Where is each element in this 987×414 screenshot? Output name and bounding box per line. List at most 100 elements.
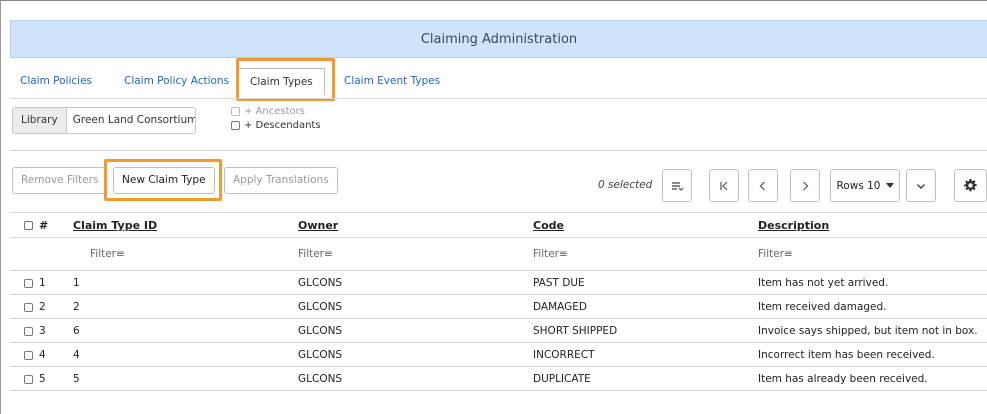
tab-claim-policies[interactable]: Claim Policies — [20, 64, 92, 98]
description-cell: Item received damaged. — [758, 301, 887, 313]
description-cell: Item has not yet arrived. — [758, 277, 889, 289]
row-number: 1 — [39, 277, 46, 289]
column-header-code[interactable]: Code — [533, 213, 564, 238]
description-cell: Incorrect item has been received. — [758, 349, 935, 361]
remove-filters-button[interactable]: Remove Filters — [12, 167, 108, 194]
tab-claim-event-types[interactable]: Claim Event Types — [344, 64, 440, 98]
column-header-description[interactable]: Description — [758, 213, 829, 238]
descendants-option[interactable]: + Descendants — [231, 120, 321, 131]
filter-description[interactable]: Filter≡ — [758, 238, 793, 270]
library-label: Library — [13, 108, 67, 133]
filter-icon: ≡ — [559, 248, 568, 260]
selected-count: 0 selected — [598, 179, 653, 191]
code-cell: DUPLICATE — [533, 373, 591, 385]
select-all-checkbox[interactable] — [24, 220, 33, 230]
owner-cell: GLCONS — [298, 373, 343, 385]
previous-page-icon — [759, 181, 765, 190]
code-cell: SHORT SHIPPED — [533, 325, 618, 337]
columns-menu-icon — [672, 181, 683, 191]
table-row[interactable]: 3 6 GLCONS SHORT SHIPPED Invoice says sh… — [10, 319, 987, 343]
filter-label: Filter — [533, 248, 560, 260]
first-page-icon — [720, 181, 728, 190]
row-checkbox[interactable] — [24, 326, 33, 336]
column-header-number: # — [39, 219, 49, 232]
row-number: 3 — [39, 325, 46, 337]
row-checkbox-wrap[interactable] — [24, 343, 33, 367]
tab-claim-policy-actions[interactable]: Claim Policy Actions — [124, 64, 229, 98]
caret-down-icon — [885, 182, 894, 188]
filter-label: Filter — [298, 248, 325, 260]
row-checkbox-wrap[interactable] — [24, 319, 33, 343]
expand-button[interactable] — [906, 169, 936, 202]
table-row[interactable]: 1 1 GLCONS PAST DUE Item has not yet arr… — [10, 271, 987, 295]
row-checkbox[interactable] — [24, 302, 33, 312]
library-selector[interactable]: Library Green Land Consortium (G — [12, 107, 196, 134]
columns-menu-button[interactable] — [662, 169, 692, 202]
claim-type-id-cell: 4 — [73, 349, 80, 361]
claim-type-id-cell: 1 — [73, 277, 80, 289]
column-header-claim-type-id[interactable]: Claim Type ID — [73, 213, 157, 238]
row-number: 5 — [39, 373, 46, 385]
owner-cell: GLCONS — [298, 277, 343, 289]
row-checkbox[interactable] — [24, 374, 33, 384]
apply-translations-button[interactable]: Apply Translations — [224, 167, 338, 194]
row-checkbox-wrap[interactable] — [24, 295, 33, 319]
rows-per-page-dropdown[interactable]: Rows 10 — [830, 169, 900, 202]
table-row[interactable]: 5 5 GLCONS DUPLICATE Item has already be… — [10, 367, 987, 391]
page-title: Claiming Administration — [420, 31, 578, 47]
row-checkbox[interactable] — [24, 278, 33, 288]
claiming-admin-window: Claiming Administration Claim Policies C… — [0, 0, 987, 414]
expand-chevron-icon — [917, 183, 925, 189]
table-header-row: # Claim Type ID Owner Code Description — [10, 212, 987, 238]
code-cell: PAST DUE — [533, 277, 585, 289]
code-cell: DAMAGED — [533, 301, 587, 313]
rows-per-page-label: Rows 10 — [836, 179, 881, 192]
row-number: 4 — [39, 349, 46, 361]
descendants-label: + Descendants — [244, 120, 321, 131]
first-page-button[interactable] — [709, 169, 739, 202]
filter-icon: ≡ — [324, 248, 333, 260]
tab-claim-types[interactable]: Claim Types — [238, 68, 325, 95]
ancestors-option: + Ancestors — [231, 106, 305, 117]
toolbar-divider — [10, 150, 987, 151]
ancestors-label: + Ancestors — [244, 106, 305, 117]
owner-cell: GLCONS — [298, 349, 343, 361]
next-page-button[interactable] — [790, 169, 820, 202]
window-top-border — [0, 0, 987, 1]
row-number: 2 — [39, 301, 46, 313]
filter-icon: ≡ — [784, 248, 793, 260]
claim-type-id-cell: 2 — [73, 301, 80, 313]
new-claim-type-button[interactable]: New Claim Type — [113, 167, 215, 194]
library-value-field[interactable]: Green Land Consortium (G — [67, 108, 195, 133]
owner-cell: GLCONS — [298, 325, 343, 337]
row-checkbox[interactable] — [24, 350, 33, 360]
filter-label: Filter — [758, 248, 785, 260]
filter-claim-type-id[interactable]: Filter≡ — [90, 238, 125, 270]
window-left-border — [0, 0, 1, 414]
claim-type-id-cell: 6 — [73, 325, 80, 337]
page-title-bar: Claiming Administration — [10, 20, 987, 58]
row-checkbox-wrap[interactable] — [24, 367, 33, 391]
table-row[interactable]: 2 2 GLCONS DAMAGED Item received damaged… — [10, 295, 987, 319]
table-row[interactable]: 4 4 GLCONS INCORRECT Incorrect item has … — [10, 343, 987, 367]
filter-code[interactable]: Filter≡ — [533, 238, 568, 270]
next-page-icon — [803, 181, 809, 190]
tabs-divider — [10, 98, 987, 99]
owner-cell: GLCONS — [298, 301, 343, 313]
table-filter-row: Filter≡ Filter≡ Filter≡ Filter≡ — [10, 238, 987, 271]
ancestors-checkbox — [231, 106, 240, 116]
description-cell: Item has already been received. — [758, 373, 928, 385]
select-all-checkbox-wrap[interactable] — [24, 213, 33, 238]
column-header-owner[interactable]: Owner — [298, 213, 338, 238]
gear-icon — [964, 179, 977, 192]
filter-owner[interactable]: Filter≡ — [298, 238, 333, 270]
claim-type-id-cell: 5 — [73, 373, 80, 385]
filter-icon: ≡ — [116, 248, 125, 260]
descendants-checkbox[interactable] — [231, 120, 240, 130]
description-cell: Invoice says shipped, but item not in bo… — [758, 325, 978, 337]
previous-page-button[interactable] — [748, 169, 778, 202]
code-cell: INCORRECT — [533, 349, 595, 361]
settings-button[interactable] — [954, 169, 987, 202]
filter-label: Filter — [90, 248, 117, 260]
row-checkbox-wrap[interactable] — [24, 271, 33, 295]
